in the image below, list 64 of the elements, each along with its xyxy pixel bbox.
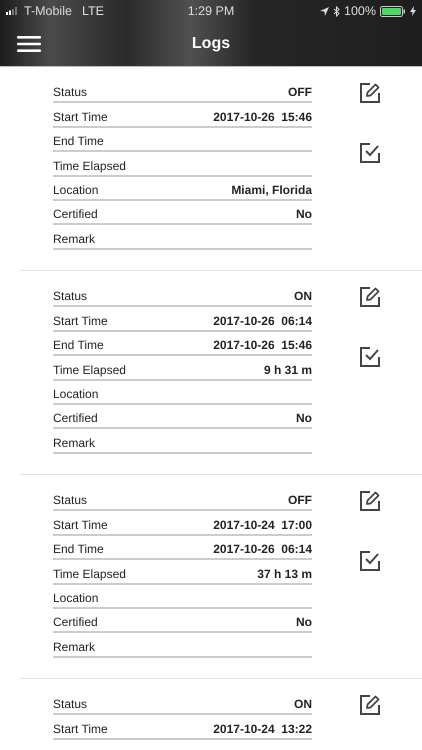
location-arrow-icon	[320, 6, 330, 16]
field-value: 9 h 31 m	[264, 362, 312, 377]
checkbox-check-icon	[359, 142, 381, 164]
field-label: End Time	[53, 542, 104, 556]
field-label: Certified	[53, 615, 98, 630]
field-label: End Time	[53, 134, 104, 148]
pencil-square-icon	[359, 490, 381, 512]
field-label: Location	[53, 590, 98, 605]
pencil-square-icon	[359, 82, 381, 104]
certify-button[interactable]	[359, 346, 381, 368]
field-value: 2017-10-24 17:00	[213, 518, 312, 532]
field-value: OFF	[288, 493, 312, 508]
checkbox-check-icon	[359, 550, 381, 572]
field-value: 2017-10-26 15:46	[213, 338, 312, 352]
field-label: Status	[53, 289, 88, 304]
field-label: Certified	[53, 207, 98, 222]
field-value: 2017-10-26 06:14	[213, 542, 312, 556]
field-value: 2017-10-26 06:14	[213, 314, 312, 328]
field-value: 37 h 13 m	[257, 566, 312, 581]
field-label: Time Elapsed	[53, 566, 126, 581]
field-label: End Time	[53, 338, 104, 352]
field-value: ON	[294, 697, 312, 712]
menu-button[interactable]	[17, 36, 41, 52]
field-value: 2017-10-26 15:46	[213, 110, 312, 124]
field-value: OFF	[288, 85, 312, 100]
pencil-square-icon	[359, 694, 381, 716]
certify-button[interactable]	[359, 550, 381, 572]
carrier-name: T-Mobile	[24, 4, 72, 18]
field-label: Location	[53, 182, 98, 197]
field-label: Remark	[53, 436, 96, 450]
field-label: Certified	[53, 411, 98, 426]
battery-percent: 100%	[344, 4, 376, 18]
field-label: Status	[53, 697, 88, 712]
field-label: Start Time	[53, 110, 108, 124]
bluetooth-icon	[333, 6, 340, 16]
field-label: Remark	[53, 640, 96, 654]
edit-button[interactable]	[359, 286, 381, 308]
clock-time: 1:29 PM	[188, 4, 234, 18]
field-label: Time Elapsed	[53, 158, 126, 173]
edit-button[interactable]	[359, 82, 381, 104]
field-label: Time Elapsed	[53, 362, 126, 377]
battery-icon	[380, 6, 406, 16]
field-value: No	[296, 615, 312, 630]
field-label: Status	[53, 85, 88, 100]
field-value: 2017-10-24 13:22	[213, 722, 312, 736]
field-value: No	[296, 411, 312, 426]
pencil-square-icon	[359, 286, 381, 308]
field-value: ON	[294, 289, 312, 304]
field-label: Status	[53, 493, 88, 508]
network-type: LTE	[82, 4, 104, 18]
field-label: Start Time	[53, 314, 108, 328]
field-label: Location	[53, 386, 98, 401]
field-label: Start Time	[53, 518, 108, 532]
field-label: Remark	[53, 232, 96, 246]
field-value: No	[296, 207, 312, 222]
signal-icon	[6, 7, 20, 15]
field-value: Miami, Florida	[231, 182, 312, 197]
edit-button[interactable]	[359, 490, 381, 512]
charging-icon	[410, 6, 416, 16]
edit-button[interactable]	[359, 694, 381, 716]
checkbox-check-icon	[359, 346, 381, 368]
page-title: Logs	[192, 35, 230, 53]
field-label: Start Time	[53, 722, 108, 736]
certify-button[interactable]	[359, 142, 381, 164]
